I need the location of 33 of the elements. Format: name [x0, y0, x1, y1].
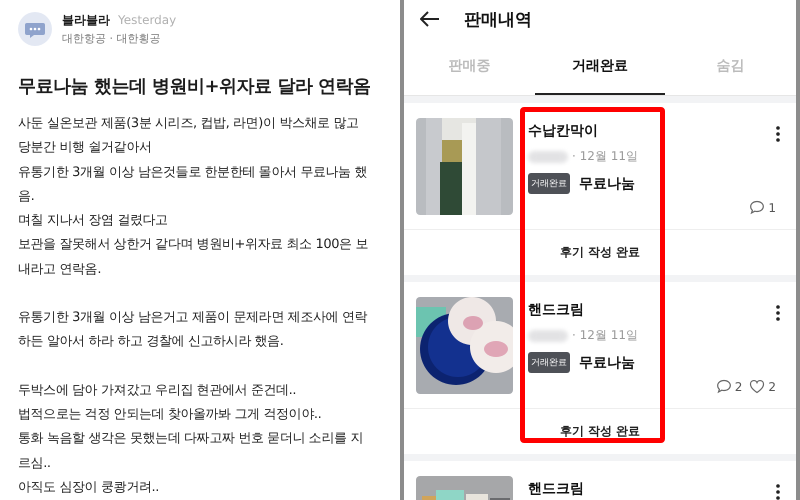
stat-count: 2	[734, 380, 742, 394]
screen-title: 판매내역	[464, 8, 532, 30]
post-time: Yesterday	[118, 13, 176, 27]
item-price: 무료나눔	[579, 354, 635, 372]
item-title: 핸드크림	[528, 480, 585, 498]
company-label: 대한항공 · 대한횡공	[62, 31, 162, 46]
item-date: · 12월 11일	[572, 327, 638, 344]
chat-icon	[716, 379, 732, 394]
heart-icon	[749, 379, 766, 394]
item-price: 무료나눔	[579, 174, 635, 192]
tab[interactable]: 거래완료	[534, 38, 666, 95]
status-badge: 거래완료	[528, 173, 570, 194]
post-title: 무료나눔 했는데 병원비+위자료 달라 연락옴	[18, 75, 372, 98]
status-badge: 거래완료	[528, 352, 570, 373]
blurred-name	[528, 150, 568, 162]
more-icon[interactable]	[776, 305, 780, 321]
item-date: · 12월 11일	[572, 148, 638, 165]
item-title: 핸드크림	[528, 301, 585, 319]
review-button[interactable]: 후기 작성 완료	[552, 240, 648, 265]
author-name: 블라블라	[62, 12, 110, 29]
blurred-name	[528, 330, 568, 342]
body-paragraph: 유통기한 3개월 이상 남은거고 제품이 문제라면 제조사에 연락 하든 알아서 하라 하고 경찰에 신고하시라 했음.	[18, 309, 368, 352]
chat-bubble-icon	[18, 12, 52, 46]
back-arrow-icon[interactable]	[420, 11, 440, 27]
item-title: 수납칸막이	[528, 122, 599, 140]
stat-count: 1	[768, 200, 776, 214]
body-paragraph: 두박스에 담아 가져갔고 우리집 현관에서 준건데.. 법적으로는 걱정 안되는데 찾아올까봐 그게 걱정이야.. 통화 녹음할 생각은 못했는데 다짜고짜 번호 묻더니 소리를 지 르심.. 아직도 심장이 쿵쾅거려..	[18, 382, 364, 497]
chat-icon	[749, 200, 766, 215]
stat-count: 2	[768, 380, 776, 394]
more-icon[interactable]	[776, 484, 780, 500]
body-paragraph: 사둔 실온보관 제품(3분 시리즈, 컵밥, 라면)이 박스채로 많고 당분간 비행 쉴거같아서 유통기한 3개월 이상 남은것들로 한분한테 몰아서 무료나눔 했 음. 며칠 지나서 장염 걸렸다고 보관을 잘못해서 상한거 같다며 병원비+위자료 최소 100은 보 내라고 연락옴.	[18, 115, 370, 279]
review-button[interactable]: 후기 작성 완료	[552, 419, 648, 444]
more-icon[interactable]	[776, 126, 780, 142]
